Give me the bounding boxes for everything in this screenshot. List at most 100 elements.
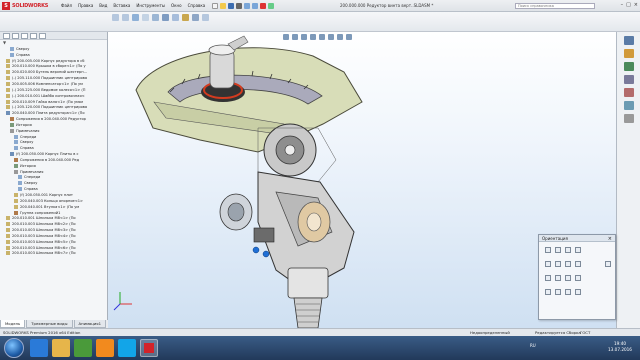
solidworks-logo[interactable]: S SOLIDWORKS bbox=[0, 0, 52, 12]
taskbar-chrome-icon[interactable] bbox=[96, 339, 114, 357]
plane-icon bbox=[10, 46, 14, 51]
close-icon[interactable]: × bbox=[634, 2, 638, 8]
zoom-area-icon[interactable] bbox=[122, 14, 129, 21]
open-icon[interactable] bbox=[220, 2, 227, 9]
new-doc-icon[interactable] bbox=[212, 2, 219, 9]
tree-item-label: 200.010.000 Крышка в сборе<1> (По у bbox=[12, 64, 86, 69]
taskbar-explorer-icon[interactable] bbox=[52, 339, 70, 357]
appearances-icon[interactable] bbox=[623, 88, 634, 97]
normal-to-icon[interactable] bbox=[575, 275, 581, 281]
left-view-icon[interactable] bbox=[565, 261, 571, 267]
tree-item[interactable]: 200.010.003 Шпилька M8<7> (По bbox=[0, 251, 107, 257]
housing-shell bbox=[135, 47, 363, 153]
taskbar-skype-icon[interactable] bbox=[118, 339, 136, 357]
front-view-icon[interactable] bbox=[545, 261, 551, 267]
reset-views-icon[interactable] bbox=[565, 247, 571, 253]
trimetric-view-icon[interactable] bbox=[555, 289, 561, 295]
menu-file[interactable]: Файл bbox=[60, 3, 73, 8]
system-tray: RU bbox=[530, 343, 536, 348]
right-view-icon[interactable] bbox=[575, 261, 581, 267]
orientation-expand-icon[interactable] bbox=[605, 261, 611, 267]
plane-icon bbox=[10, 52, 14, 57]
taskbar-ie-icon[interactable] bbox=[30, 339, 48, 357]
tray-language[interactable]: RU bbox=[530, 343, 536, 348]
menu-edit[interactable]: Правка bbox=[77, 3, 94, 8]
orientation-title: Ориентация bbox=[539, 235, 615, 242]
view-orientation-icon[interactable] bbox=[152, 14, 159, 21]
resources-icon[interactable] bbox=[623, 36, 634, 45]
help-search-input[interactable]: Поиск справочника bbox=[515, 3, 595, 9]
tree-item-label: Сверху bbox=[24, 181, 38, 186]
section-view-icon[interactable] bbox=[142, 14, 149, 21]
back-view-icon[interactable] bbox=[555, 261, 561, 267]
part-icon bbox=[6, 216, 10, 221]
four-view-icon[interactable] bbox=[575, 289, 581, 295]
side-motor-cap bbox=[227, 202, 245, 222]
print-icon[interactable] bbox=[236, 2, 243, 9]
update-view-icon[interactable] bbox=[555, 247, 561, 253]
bottom-tabs: Модель Трехмерные виды Анимация1 bbox=[0, 320, 170, 328]
display-style-icon[interactable] bbox=[162, 14, 169, 21]
tree-item-label: История bbox=[20, 163, 36, 168]
taskbar-media-icon[interactable] bbox=[74, 339, 92, 357]
part-icon bbox=[14, 193, 18, 198]
menu-tools[interactable]: Инструменты bbox=[135, 3, 166, 8]
output-shaft bbox=[293, 297, 323, 328]
previous-view-icon[interactable] bbox=[132, 14, 139, 21]
appearance-icon[interactable] bbox=[182, 14, 189, 21]
start-button[interactable] bbox=[4, 338, 24, 358]
menu-window[interactable]: Окно bbox=[170, 3, 183, 8]
tab-animation[interactable]: Анимация1 bbox=[73, 320, 107, 328]
notes-icon bbox=[10, 128, 14, 133]
undo-icon[interactable] bbox=[244, 2, 251, 9]
toolbar-icons bbox=[112, 14, 209, 21]
new-view-icon[interactable] bbox=[545, 247, 551, 253]
orientation-close-icon[interactable]: × bbox=[608, 236, 612, 242]
menu-view[interactable]: Вид bbox=[98, 3, 108, 8]
select-icon[interactable] bbox=[252, 2, 259, 9]
options-icon[interactable] bbox=[268, 2, 275, 9]
minimize-icon[interactable]: – bbox=[621, 2, 624, 8]
tree-item-label: Спереди bbox=[24, 175, 41, 180]
feature-tree-tab-icon[interactable] bbox=[3, 33, 10, 39]
property-tab-icon[interactable] bbox=[12, 33, 19, 39]
scene-icon[interactable] bbox=[192, 14, 199, 21]
view-settings-icon[interactable] bbox=[202, 14, 209, 21]
mid-gear-bore bbox=[284, 144, 296, 156]
display-tab-icon[interactable] bbox=[39, 33, 46, 39]
menu-insert[interactable]: Вставка bbox=[112, 3, 131, 8]
clock[interactable]: 19:40 13.07.2016 bbox=[608, 341, 632, 353]
design-library-icon[interactable] bbox=[623, 49, 634, 58]
clock-date: 13.07.2016 bbox=[608, 347, 632, 352]
status-units[interactable]: ГОСТ bbox=[580, 329, 590, 336]
tree-item-label: Сверху bbox=[20, 140, 34, 145]
tree-item-label: 200.010.003 Шпилька M8<5> (По bbox=[12, 239, 76, 244]
plane-icon bbox=[18, 175, 22, 180]
bottom-view-icon[interactable] bbox=[555, 275, 561, 281]
tab-3d-views[interactable]: Трехмерные виды bbox=[26, 320, 73, 328]
dimxpert-tab-icon[interactable] bbox=[30, 33, 37, 39]
tree-item-label: (-) 205.110.000 Подшипник центрирова bbox=[12, 76, 88, 81]
pin-dialog-icon[interactable] bbox=[575, 247, 581, 253]
file-explorer-icon[interactable] bbox=[623, 62, 634, 71]
logo-icon: S bbox=[2, 1, 10, 10]
maximize-icon[interactable]: □ bbox=[626, 2, 631, 8]
save-icon[interactable] bbox=[228, 2, 235, 9]
taskbar-solidworks-icon[interactable] bbox=[140, 339, 158, 357]
dimetric-view-icon[interactable] bbox=[545, 289, 551, 295]
config-tab-icon[interactable] bbox=[21, 33, 28, 39]
hide-show-icon[interactable] bbox=[172, 14, 179, 21]
top-view-icon[interactable] bbox=[545, 275, 551, 281]
rebuild-icon[interactable] bbox=[260, 2, 267, 9]
tree-item-label: Сопряжения в 200.040.000 Редуктор bbox=[16, 117, 86, 122]
view-palette-icon[interactable] bbox=[623, 75, 634, 84]
single-view-icon[interactable] bbox=[565, 289, 571, 295]
tree-item-label: 200.010.003 Шпилька M8<3> (По bbox=[12, 228, 76, 233]
isometric-view-icon[interactable] bbox=[565, 275, 571, 281]
menu-help[interactable]: Справка bbox=[187, 3, 207, 8]
custom-properties-icon[interactable] bbox=[623, 101, 634, 110]
zoom-fit-icon[interactable] bbox=[112, 14, 119, 21]
tree-item-label: Примечания bbox=[16, 128, 40, 133]
forum-icon[interactable] bbox=[623, 114, 634, 123]
tab-model[interactable]: Модель bbox=[0, 320, 26, 328]
